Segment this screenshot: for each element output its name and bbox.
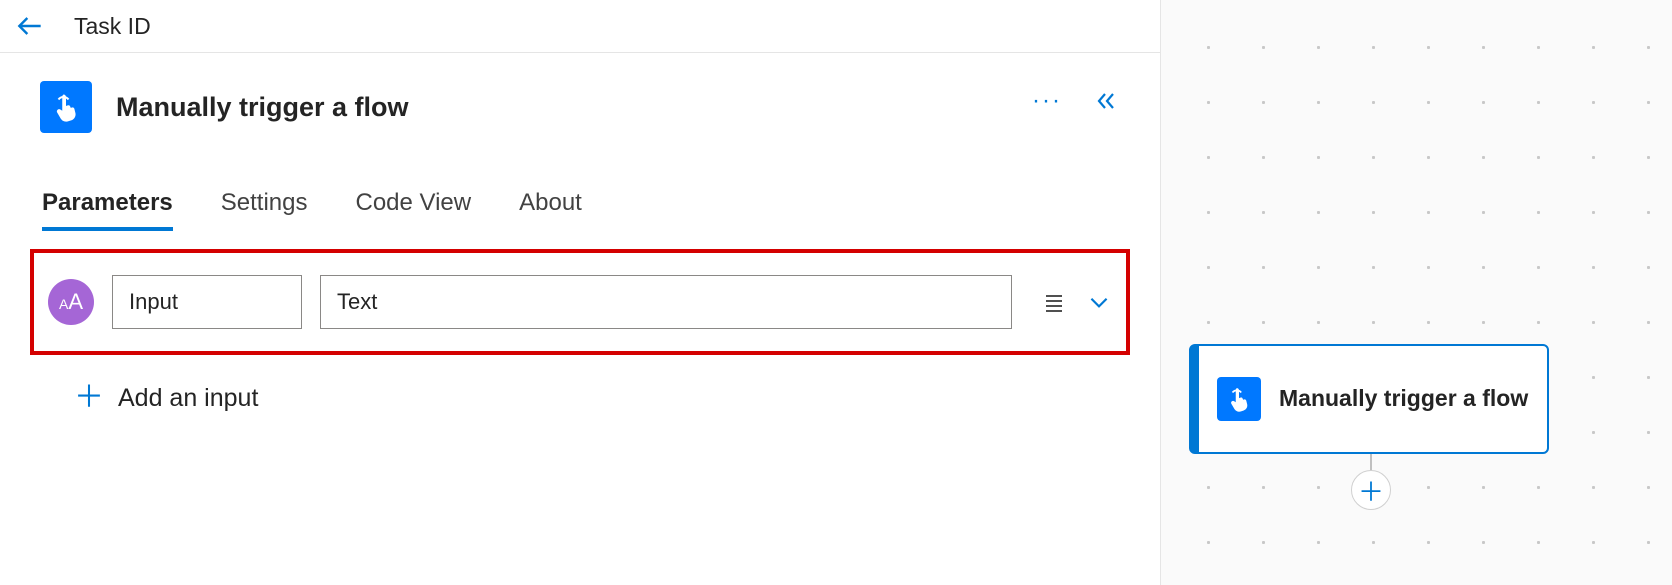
reorder-icon[interactable] — [1042, 290, 1066, 314]
tab-code-view[interactable]: Code View — [355, 189, 471, 231]
tab-about[interactable]: About — [519, 189, 582, 231]
input-name-field[interactable]: Input — [112, 275, 302, 329]
plus-icon: ＋ — [74, 383, 104, 413]
chevron-down-icon[interactable] — [1086, 289, 1112, 315]
input-value-field[interactable]: Text — [320, 275, 1012, 329]
canvas-node-title: Manually trigger a flow — [1279, 384, 1528, 414]
add-input-button[interactable]: ＋ Add an input — [0, 355, 1160, 413]
manual-trigger-icon — [1217, 377, 1261, 421]
add-input-label: Add an input — [118, 384, 258, 413]
more-menu-icon[interactable]: ··· — [1032, 89, 1062, 113]
text-type-icon: AA — [48, 279, 94, 325]
tab-settings[interactable]: Settings — [221, 189, 308, 231]
collapse-panel-icon[interactable] — [1092, 89, 1120, 113]
trigger-header: Manually trigger a flow ··· — [0, 53, 1160, 143]
top-bar: Task ID — [0, 0, 1160, 53]
trigger-title: Manually trigger a flow — [116, 92, 409, 123]
tab-parameters[interactable]: Parameters — [42, 189, 173, 231]
back-arrow-icon[interactable] — [14, 10, 46, 42]
canvas-trigger-node[interactable]: Manually trigger a flow — [1189, 344, 1549, 454]
manual-trigger-icon — [40, 81, 92, 133]
page-title: Task ID — [74, 13, 151, 40]
tab-bar: Parameters Settings Code View About — [0, 143, 1160, 231]
config-panel: Task ID Manually trigger a flow ··· — [0, 0, 1160, 585]
add-step-button[interactable]: ＋ — [1351, 470, 1391, 510]
input-row-highlight: AA Input Text — [30, 249, 1130, 355]
flow-canvas[interactable]: Manually trigger a flow ＋ — [1160, 0, 1672, 585]
